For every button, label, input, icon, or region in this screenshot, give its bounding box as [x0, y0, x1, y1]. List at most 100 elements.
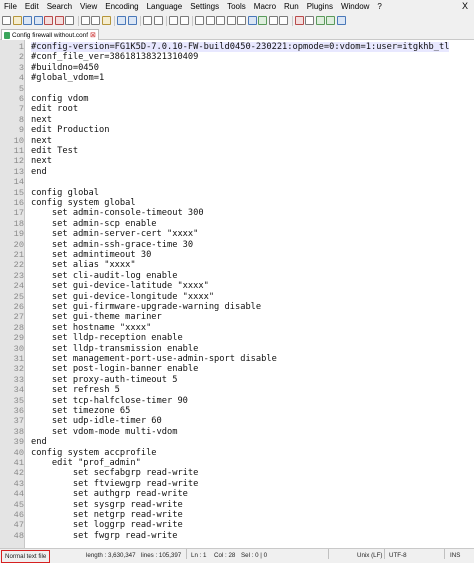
code-line[interactable]: config vdom	[31, 94, 89, 104]
code-line[interactable]: set netgrp read-write	[31, 510, 183, 520]
find-icon[interactable]	[143, 16, 152, 25]
cut-icon[interactable]	[80, 16, 90, 25]
code-line[interactable]: config global	[31, 188, 99, 198]
code-line[interactable]: edit Test	[31, 146, 78, 156]
code-line[interactable]: edit root	[31, 104, 78, 114]
code-line[interactable]: set lldp-reception enable	[31, 333, 183, 343]
new-file-icon[interactable]	[2, 16, 11, 25]
menu-item[interactable]: Plugins	[303, 0, 337, 13]
code-line[interactable]: #conf_file_ver=38618138321310409	[31, 52, 198, 62]
line-number: 37	[13, 416, 24, 427]
code-line[interactable]: config system global	[31, 198, 136, 208]
doc-map-icon[interactable]	[258, 16, 267, 25]
code-line[interactable]: set ftviewgrp read-write	[31, 479, 199, 489]
save-macro-icon[interactable]	[336, 16, 346, 25]
copy-icon[interactable]	[91, 16, 100, 25]
code-line[interactable]: set admin-scp enable	[31, 219, 157, 229]
code-line[interactable]: set cli-audit-log enable	[31, 271, 178, 281]
menu-item[interactable]: Macro	[250, 0, 280, 13]
menu-item[interactable]: Settings	[186, 0, 223, 13]
code-line[interactable]: edit Production	[31, 125, 109, 135]
code-line[interactable]: edit "prof_admin"	[31, 458, 141, 468]
code-line[interactable]: end	[31, 437, 47, 447]
replace-icon[interactable]	[153, 16, 163, 25]
code-line[interactable]: set admin-ssh-grace-time 30	[31, 240, 193, 250]
zoom-in-icon[interactable]	[169, 16, 178, 25]
code-line[interactable]: set authgrp read-write	[31, 489, 188, 499]
status-mode: INS	[450, 552, 461, 559]
stop-macro-icon[interactable]	[305, 16, 314, 25]
redo-icon[interactable]	[127, 16, 137, 25]
code-line[interactable]: next	[31, 136, 52, 146]
code-line[interactable]: #config-version=FG1K5D-7.0.10-FW-build04…	[31, 42, 450, 53]
folder-workspace-icon[interactable]	[279, 16, 288, 25]
code-line[interactable]: set admin-console-timeout 300	[31, 208, 204, 218]
menu-item[interactable]: ?	[373, 0, 385, 13]
code-line[interactable]: next	[31, 156, 52, 166]
code-line[interactable]: set udp-idle-timer 60	[31, 416, 162, 426]
menu-item[interactable]: Encoding	[101, 0, 142, 13]
word-wrap-icon[interactable]	[216, 16, 225, 25]
save-all-icon[interactable]	[33, 16, 43, 25]
code-line[interactable]: config system accprofile	[31, 448, 157, 458]
line-number: 38	[13, 426, 24, 437]
code-line[interactable]: set secfabgrp read-write	[31, 468, 199, 478]
menu-item[interactable]: Edit	[21, 0, 43, 13]
show-all-chars-icon[interactable]	[226, 16, 236, 25]
record-macro-icon[interactable]	[294, 16, 304, 25]
play-macro-icon[interactable]	[315, 16, 325, 25]
code-line[interactable]: set gui-device-longitude "xxxx"	[31, 292, 214, 302]
save-icon[interactable]	[23, 16, 32, 25]
code-line[interactable]: set lldp-transmission enable	[31, 344, 198, 354]
code-line[interactable]: set sysgrp read-write	[31, 500, 183, 510]
line-number: 19	[13, 229, 24, 240]
tab-close-icon[interactable]: ⊠	[90, 31, 96, 39]
undo-icon[interactable]	[117, 16, 126, 25]
code-line[interactable]: set gui-firmware-upgrade-warning disable	[31, 302, 261, 312]
close-document-button[interactable]: X	[462, 0, 468, 13]
line-number: 22	[13, 260, 24, 271]
menu-item[interactable]: Search	[43, 0, 76, 13]
code-line[interactable]: set timezone 65	[31, 406, 130, 416]
zoom-out-icon[interactable]	[179, 16, 189, 25]
code-line[interactable]: end	[31, 167, 47, 177]
sync-vertical-icon[interactable]	[195, 16, 204, 25]
sync-horizontal-icon[interactable]	[205, 16, 215, 25]
tab-config-file[interactable]: Config firewall without.conf ⊠	[1, 29, 99, 40]
code-line[interactable]: set management-port-use-admin-sport disa…	[31, 354, 277, 364]
editor[interactable]: 1 #config-version=FG1K5D-7.0.10-FW-build0…	[0, 40, 474, 548]
code-line[interactable]: set loggrp read-write	[31, 520, 183, 530]
menu-item[interactable]: Language	[143, 0, 187, 13]
print-icon[interactable]	[65, 16, 74, 25]
line-number: 42	[13, 468, 24, 479]
paste-icon[interactable]	[101, 16, 111, 25]
menu-item[interactable]: Tools	[223, 0, 250, 13]
function-list-icon[interactable]	[268, 16, 278, 25]
menu-item[interactable]: View	[76, 0, 101, 13]
code-line[interactable]: set proxy-auth-timeout 5	[31, 375, 178, 385]
code-line[interactable]: set fwgrp read-write	[31, 531, 178, 541]
code-line[interactable]: set gui-theme mariner	[31, 312, 162, 322]
menu-item[interactable]: Run	[280, 0, 303, 13]
code-line[interactable]: set gui-device-latitude "xxxx"	[31, 281, 209, 291]
indent-guide-icon[interactable]	[237, 16, 246, 25]
menu-item[interactable]: File	[0, 0, 21, 13]
run-macro-multiple-icon[interactable]	[326, 16, 335, 25]
code-line[interactable]: set tcp-halfclose-timer 90	[31, 396, 188, 406]
code-line[interactable]: set alias "xxxx"	[31, 260, 136, 270]
close-all-icon[interactable]	[54, 16, 64, 25]
code-line[interactable]: set vdom-mode multi-vdom	[31, 427, 178, 437]
code-line[interactable]: #global_vdom=1	[31, 73, 104, 83]
code-line[interactable]: set refresh 5	[31, 385, 120, 395]
close-icon[interactable]	[44, 16, 53, 25]
line-number: 43	[13, 478, 24, 489]
code-line[interactable]: set post-login-banner enable	[31, 364, 198, 374]
open-file-icon[interactable]	[12, 16, 22, 25]
code-line[interactable]: next	[31, 115, 52, 125]
menu-item[interactable]: Window	[337, 0, 373, 13]
language-icon[interactable]	[247, 16, 257, 25]
code-line[interactable]: set hostname "xxxx"	[31, 323, 151, 333]
code-line[interactable]: #buildno=0450	[31, 63, 99, 73]
code-line[interactable]: set admintimeout 30	[31, 250, 151, 260]
code-line[interactable]: set admin-server-cert "xxxx"	[31, 229, 198, 239]
